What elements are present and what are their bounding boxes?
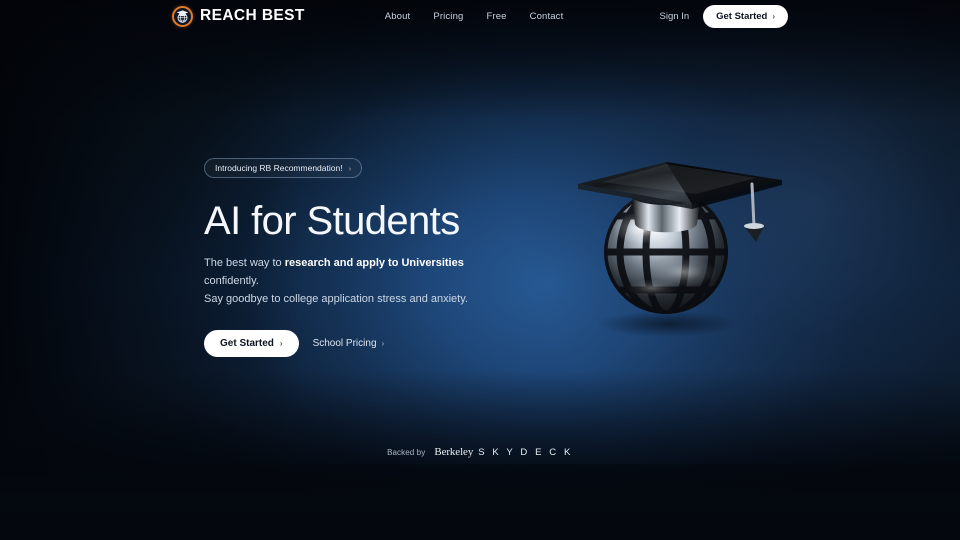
hero-subtitle-line-two: Say goodbye to college application stres… (204, 293, 468, 306)
header-actions: Sign In Get Started › (660, 4, 788, 28)
hero-section: Introducing RB Recommendation! › AI for … (0, 0, 960, 540)
hero-get-started-button[interactable]: Get Started › (204, 329, 299, 357)
header-get-started-label: Get Started (716, 10, 768, 22)
graduation-globe-icon (172, 5, 193, 27)
skydeck-wordmark: S K Y D E C K (478, 447, 573, 458)
chevron-right-icon: › (381, 338, 385, 348)
nav-item-contact[interactable]: Contact (530, 11, 564, 22)
chevron-right-icon: › (772, 11, 775, 21)
header-get-started-button[interactable]: Get Started › (703, 4, 788, 28)
hero-actions: Get Started › School Pricing › (204, 329, 504, 357)
hero-subtitle-tail: confidently. (204, 275, 259, 288)
berkeley-wordmark: Berkeley (434, 446, 474, 458)
hero-subtitle-lead: The best way to (204, 257, 285, 270)
sign-in-link[interactable]: Sign In (660, 11, 690, 22)
chevron-right-icon: › (348, 163, 352, 173)
hero-artwork-graduation-globe (556, 140, 806, 340)
hero-copy: Introducing RB Recommendation! › AI for … (204, 158, 504, 357)
nav-item-pricing[interactable]: Pricing (433, 11, 463, 22)
backed-by-label: Backed by (387, 447, 426, 457)
nav-item-about[interactable]: About (385, 11, 411, 22)
hero-title: AI for Students (204, 199, 460, 243)
chevron-right-icon: › (279, 338, 283, 348)
nav-item-free[interactable]: Free (486, 11, 506, 22)
brand-logo[interactable]: REACH BEST (172, 5, 305, 27)
school-pricing-link[interactable]: School Pricing › (313, 338, 385, 349)
announcement-badge[interactable]: Introducing RB Recommendation! › (204, 158, 363, 178)
announcement-badge-label: Introducing RB Recommendation! (215, 163, 343, 173)
site-header: REACH BEST About Pricing Free Contact Si… (0, 0, 960, 32)
brand-name: REACH BEST (200, 7, 305, 24)
school-pricing-label: School Pricing (312, 337, 377, 349)
backed-by-section: Backed by Berkeley S K Y D E C K (0, 446, 960, 458)
hero-get-started-label: Get Started (220, 337, 274, 349)
hero-subtitle-emphasis: research and apply to Universities (284, 257, 464, 270)
primary-navigation: About Pricing Free Contact (385, 11, 564, 22)
hero-subtitle: The best way to research and apply to Un… (204, 255, 494, 308)
berkeley-skydeck-logo: Berkeley S K Y D E C K (434, 446, 573, 458)
